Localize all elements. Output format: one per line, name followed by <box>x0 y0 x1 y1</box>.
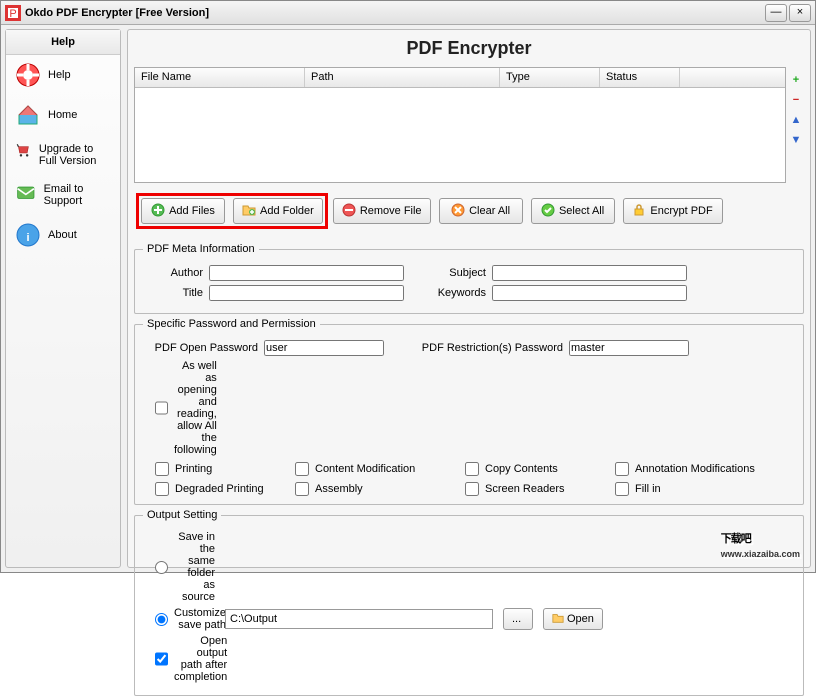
toolbar: Add Files Add Folder Remove File Clear A… <box>134 183 804 239</box>
sidebar-item-about[interactable]: i About <box>6 215 120 255</box>
folder-icon <box>552 612 564 627</box>
meta-legend: PDF Meta Information <box>143 243 259 255</box>
title-field[interactable] <box>209 285 404 301</box>
permission-legend: Specific Password and Permission <box>143 318 320 330</box>
add-files-button[interactable]: Add Files <box>141 198 225 224</box>
meta-fieldset: PDF Meta Information Author Subject Titl… <box>134 243 804 314</box>
open-pwd-field[interactable] <box>264 340 384 356</box>
sidebar-header: Help <box>6 30 120 55</box>
plus-circle-icon <box>151 203 165 220</box>
subject-field[interactable] <box>492 265 687 281</box>
col-status[interactable]: Status <box>600 68 680 87</box>
sidebar-item-label: Email to Support <box>44 183 110 207</box>
file-side-controls: + − ▲ ▼ <box>788 67 804 183</box>
select-all-button[interactable]: Select All <box>531 198 615 224</box>
keywords-field[interactable] <box>492 285 687 301</box>
content-area: Help Help Home Upgrade to Full Version E… <box>1 25 815 572</box>
clear-all-button[interactable]: Clear All <box>439 198 523 224</box>
author-field[interactable] <box>209 265 404 281</box>
author-label: Author <box>143 267 203 279</box>
same-folder-radio[interactable]: Save in the same folder as source <box>155 531 215 603</box>
lifebuoy-icon <box>16 63 40 87</box>
browse-button[interactable]: ... <box>503 608 533 630</box>
home-icon <box>16 103 40 127</box>
sidebar-item-label: Help <box>48 69 71 81</box>
output-legend: Output Setting <box>143 509 221 521</box>
content-mod-checkbox[interactable]: Content Modification <box>295 462 465 476</box>
open-after-checkbox[interactable]: Open output path after completion <box>155 635 215 683</box>
assembly-checkbox[interactable]: Assembly <box>295 482 465 496</box>
add-icon[interactable]: + <box>789 73 803 87</box>
printing-checkbox[interactable]: Printing <box>155 462 295 476</box>
sidebar: Help Help Home Upgrade to Full Version E… <box>5 29 121 568</box>
move-up-icon[interactable]: ▲ <box>789 113 803 127</box>
fillin-checkbox[interactable]: Fill in <box>615 482 795 496</box>
table-header: File Name Path Type Status <box>135 68 785 88</box>
svg-text:P: P <box>9 8 16 20</box>
sidebar-item-help[interactable]: Help <box>6 55 120 95</box>
output-path-field[interactable] <box>225 609 493 629</box>
window-title: Okdo PDF Encrypter [Free Version] <box>25 7 763 19</box>
sidebar-item-label: About <box>48 229 77 241</box>
title-label: Title <box>143 287 203 299</box>
col-spacer <box>680 68 785 87</box>
add-folder-button[interactable]: Add Folder <box>233 198 323 224</box>
app-icon: P <box>5 5 21 21</box>
main-title: PDF Encrypter <box>134 34 804 67</box>
remove-file-button[interactable]: Remove File <box>333 198 431 224</box>
app-window: P Okdo PDF Encrypter [Free Version] — × … <box>0 0 816 573</box>
permission-fieldset: Specific Password and Permission PDF Ope… <box>134 318 804 505</box>
encrypt-button[interactable]: Encrypt PDF <box>623 198 723 224</box>
sidebar-item-label: Upgrade to Full Version <box>39 143 110 167</box>
sidebar-item-home[interactable]: Home <box>6 95 120 135</box>
titlebar: P Okdo PDF Encrypter [Free Version] — × <box>1 1 815 25</box>
keywords-label: Keywords <box>428 287 486 299</box>
info-icon: i <box>16 223 40 247</box>
open-pwd-label: PDF Open Password <box>143 342 258 354</box>
minus-circle-icon <box>342 203 356 220</box>
lock-icon <box>632 203 646 220</box>
highlight-annotation: Add Files Add Folder <box>136 193 328 229</box>
restrict-pwd-label: PDF Restriction(s) Password <box>408 342 563 354</box>
open-button[interactable]: Open <box>543 608 603 630</box>
col-path[interactable]: Path <box>305 68 500 87</box>
col-filename[interactable]: File Name <box>135 68 305 87</box>
allow-all-checkbox[interactable]: As well as opening and reading, allow Al… <box>155 360 215 456</box>
check-circle-icon <box>541 203 555 220</box>
cart-icon <box>16 143 31 167</box>
col-type[interactable]: Type <box>500 68 600 87</box>
folder-plus-icon <box>242 203 256 220</box>
screen-checkbox[interactable]: Screen Readers <box>465 482 615 496</box>
annotation-checkbox[interactable]: Annotation Modifications <box>615 462 795 476</box>
sidebar-item-label: Home <box>48 109 77 121</box>
watermark: 下载吧 www.xiazaiba.com <box>721 517 800 559</box>
copy-checkbox[interactable]: Copy Contents <box>465 462 615 476</box>
output-fieldset: Output Setting Save in the same folder a… <box>134 509 804 696</box>
x-circle-icon <box>451 203 465 220</box>
subject-label: Subject <box>428 267 486 279</box>
sidebar-item-upgrade[interactable]: Upgrade to Full Version <box>6 135 120 175</box>
restrict-pwd-field[interactable] <box>569 340 689 356</box>
customize-radio[interactable]: Customize save path <box>155 607 215 631</box>
sidebar-item-email[interactable]: Email to Support <box>6 175 120 215</box>
degraded-checkbox[interactable]: Degraded Printing <box>155 482 295 496</box>
file-list-area: File Name Path Type Status + − ▲ ▼ <box>134 67 804 183</box>
minimize-button[interactable]: — <box>765 4 787 22</box>
close-button[interactable]: × <box>789 4 811 22</box>
svg-text:i: i <box>26 232 29 244</box>
mail-icon <box>16 183 36 207</box>
remove-icon[interactable]: − <box>789 93 803 107</box>
move-down-icon[interactable]: ▼ <box>789 133 803 147</box>
file-table[interactable]: File Name Path Type Status <box>134 67 786 183</box>
main-panel: PDF Encrypter File Name Path Type Status… <box>127 29 811 568</box>
